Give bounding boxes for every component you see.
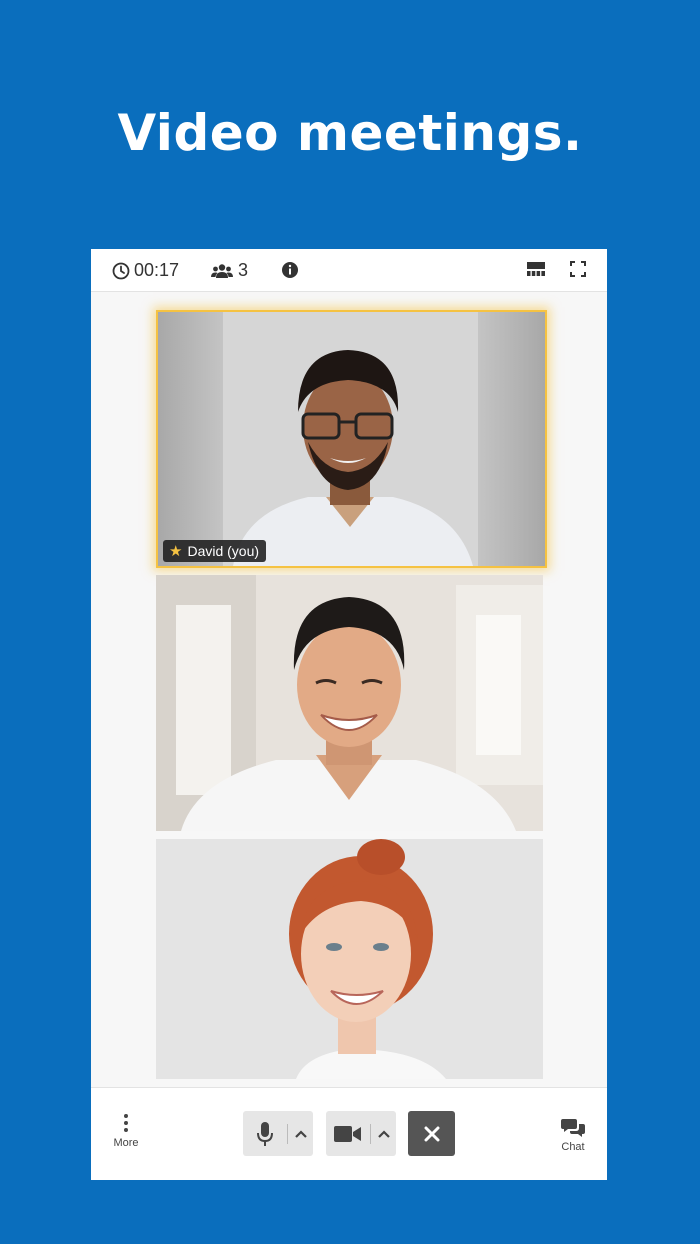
participant-video [156,575,543,831]
participant-count: 3 [238,260,249,280]
close-icon [424,1126,439,1141]
tile-layout-icon [527,262,545,276]
mute-button[interactable] [243,1111,287,1156]
participants-indicator[interactable]: 3 [211,260,248,281]
clock-icon [112,262,130,279]
video-tile-participant[interactable] [156,575,543,831]
microphone-options-button[interactable] [288,1111,313,1156]
timer-value: 00:17 [134,260,180,280]
fullscreen-icon [570,261,586,277]
star-icon: ★ [169,542,183,560]
video-tile-participant[interactable] [156,839,543,1079]
hangup-button[interactable] [408,1111,455,1156]
participant-video-david [158,312,545,566]
meeting-info-button[interactable] [281,261,299,279]
microphone-icon [257,1121,273,1146]
chevron-up-icon [294,1129,307,1138]
microphone-control [243,1111,313,1156]
participant-name-tag: ★ David (you) [163,540,267,562]
layout-toggle-button[interactable] [527,262,545,276]
chat-label: Chat [561,1141,585,1153]
video-camera-icon [334,1125,361,1142]
meeting-toolbar: 00:17 3 [91,249,607,292]
camera-toggle-button[interactable] [326,1111,370,1156]
fullscreen-button[interactable] [570,261,586,277]
more-button[interactable]: More [111,1114,141,1149]
participant-name: David (you) [187,543,260,559]
meeting-window: 00:17 3 ★ David (you) More Chat [91,249,607,1180]
chevron-up-icon [377,1129,390,1138]
info-icon [282,262,298,278]
more-label: More [113,1137,139,1149]
people-icon [211,263,233,278]
participant-video [156,839,543,1079]
meeting-timer: 00:17 [112,260,179,281]
page-headline: Video meetings. [117,104,583,162]
camera-control [326,1111,396,1156]
camera-options-button[interactable] [371,1111,396,1156]
chat-button[interactable]: Chat [553,1118,593,1153]
video-tile-self[interactable]: ★ David (you) [156,310,547,568]
vertical-dots-icon [111,1114,141,1132]
call-controls-bar: More Chat [91,1087,607,1180]
chat-bubbles-icon [561,1119,585,1137]
